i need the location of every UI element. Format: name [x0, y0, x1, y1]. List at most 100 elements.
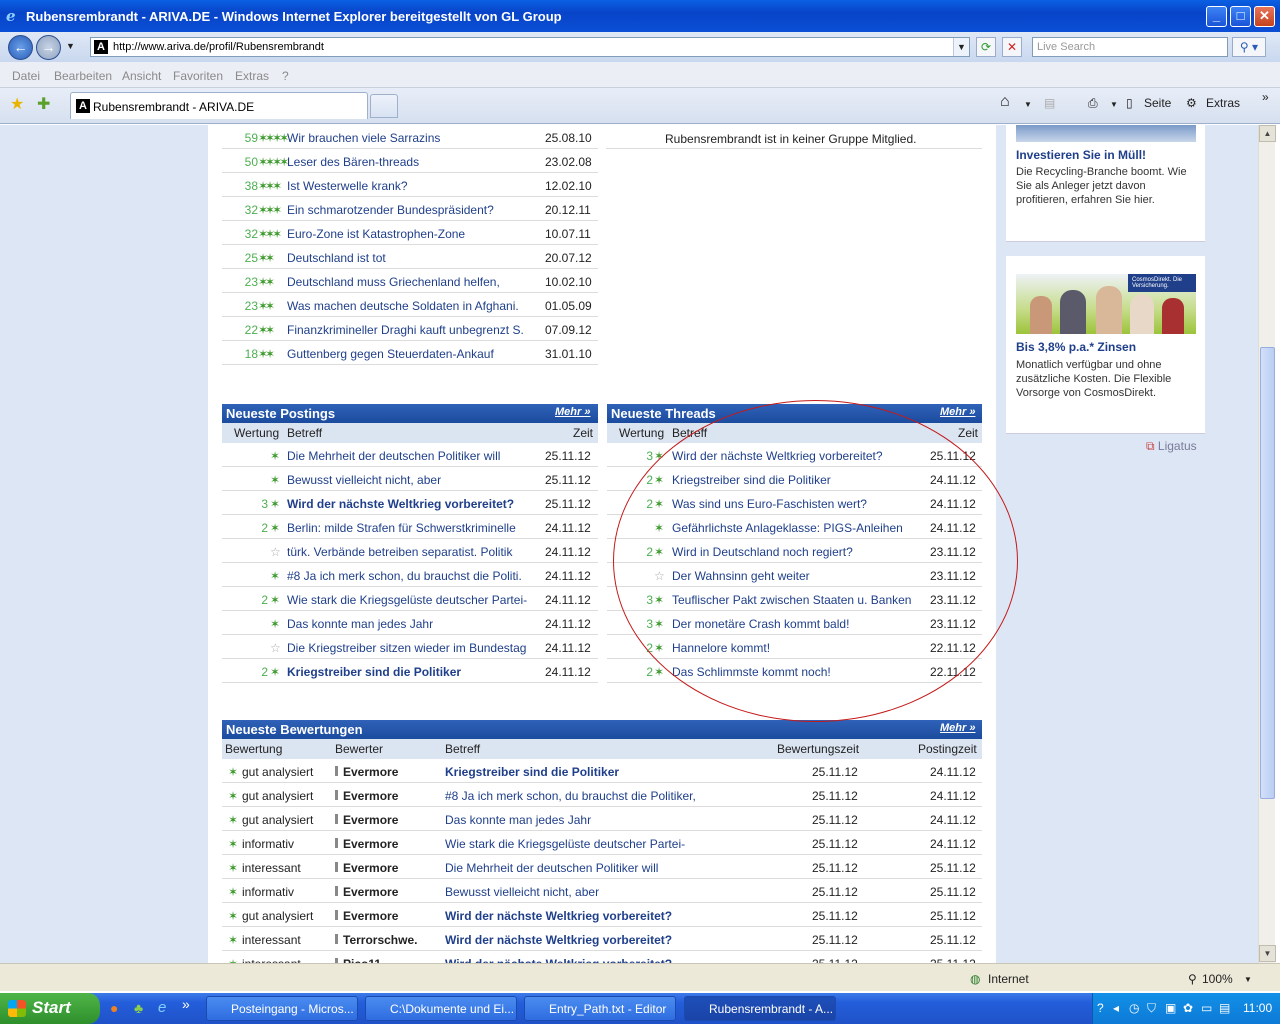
rater-name-link[interactable]: Evermore	[343, 909, 398, 923]
menu-bearbeiten[interactable]: Bearbeiten	[54, 69, 112, 83]
thread-title-link[interactable]: Deutschland muss Griechenland helfen,	[287, 275, 500, 289]
vertical-scrollbar[interactable]: ▲ ▼	[1258, 125, 1276, 963]
threads-more-link[interactable]: Mehr »	[940, 406, 975, 418]
rater-name-link[interactable]: Evermore	[343, 861, 398, 875]
ad-box-1[interactable]: Investieren Sie in Müll! Die Recycling-B…	[1006, 125, 1205, 242]
thread-title-link[interactable]: Finanzkrimineller Draghi kauft unbegrenz…	[287, 323, 524, 337]
thread-title-link[interactable]: Teuflischer Pakt zwischen Staaten u. Ban…	[672, 593, 911, 607]
home-dropdown-icon[interactable]: ▼	[1024, 100, 1032, 109]
search-input[interactable]: Live Search	[1032, 37, 1228, 57]
task-outlook[interactable]: Posteingang - Micros...	[206, 996, 358, 1021]
menu-datei[interactable]: Datei	[12, 69, 40, 83]
tray-app-icon[interactable]: ✿	[1183, 1001, 1193, 1015]
zoom-level[interactable]: 100%	[1202, 972, 1233, 986]
rater-name-link[interactable]: Terrorschwe.	[343, 933, 417, 947]
tray-display-icon[interactable]: ▤	[1219, 1001, 1230, 1015]
tray-arrow-icon[interactable]: ◂	[1113, 1001, 1119, 1015]
task-ie[interactable]: Rubensrembrandt - A...	[684, 996, 836, 1021]
ligatus-link[interactable]: ⧉ Ligatus	[1146, 439, 1197, 454]
print-dropdown-icon[interactable]: ▼	[1110, 100, 1118, 109]
thread-title-link[interactable]: Deutschland ist tot	[287, 251, 386, 265]
quicklaunch-overflow-icon[interactable]: »	[182, 996, 190, 1012]
posting-title-link[interactable]: Wie stark die Kriegsgelüste deutscher Pa…	[287, 593, 527, 607]
tab-ariva[interactable]: A Rubensrembrandt - ARIVA.DE	[70, 92, 368, 119]
zoom-icon[interactable]: ⚲	[1188, 972, 1197, 986]
rated-posting-link[interactable]: Bewusst vielleicht nicht, aber	[445, 885, 599, 899]
ad-image-people[interactable]: CosmosDirekt. Die Versicherung.	[1016, 274, 1196, 334]
posting-title-link[interactable]: Wird der nächste Weltkrieg vorbereitet?	[287, 497, 514, 511]
thread-title-link[interactable]: Wird der nächste Weltkrieg vorbereitet?	[672, 449, 883, 463]
rated-posting-link[interactable]: Wie stark die Kriegsgelüste deutscher Pa…	[445, 837, 685, 851]
quicklaunch-icon[interactable]: ♣	[134, 1000, 143, 1016]
posting-title-link[interactable]: Die Kriegstreiber sitzen wieder im Bunde…	[287, 641, 526, 655]
rated-posting-link[interactable]: Kriegstreiber sind die Politiker	[445, 765, 619, 779]
posting-title-link[interactable]: Die Mehrheit der deutschen Politiker wil…	[287, 449, 500, 463]
rated-posting-link[interactable]: #8 Ja ich merk schon, du brauchst die Po…	[445, 789, 696, 803]
menu-extras[interactable]: Extras	[235, 69, 269, 83]
close-button[interactable]: ✕	[1254, 6, 1275, 27]
favorites-star-icon[interactable]: ★	[10, 94, 24, 114]
rated-posting-link[interactable]: Das konnte man jedes Jahr	[445, 813, 591, 827]
rater-name-link[interactable]: Evermore	[343, 813, 398, 827]
print-icon[interactable]: ⎙	[1088, 96, 1098, 111]
start-button[interactable]: Start	[0, 993, 100, 1024]
posting-title-link[interactable]: Bewusst vielleicht nicht, aber	[287, 473, 441, 487]
thread-title-link[interactable]: Das Schlimmste kommt noch!	[672, 665, 831, 679]
thread-title-link[interactable]: Ist Westerwelle krank?	[287, 179, 408, 193]
posting-title-link[interactable]: Berlin: milde Strafen für Schwerstkrimin…	[287, 521, 516, 535]
thread-title-link[interactable]: Wird in Deutschland noch regiert?	[672, 545, 853, 559]
thread-title-link[interactable]: Gefährlichste Anlageklasse: PIGS-Anleihe…	[672, 521, 903, 535]
rater-name-link[interactable]: Evermore	[343, 765, 398, 779]
help-icon[interactable]: ?	[1097, 1001, 1104, 1015]
ad-box-2[interactable]: CosmosDirekt. Die Versicherung. Bis 3,8%…	[1006, 256, 1205, 434]
new-tab-button[interactable]	[370, 94, 398, 118]
ad-headline[interactable]: Bis 3,8% p.a.* Zinsen	[1016, 340, 1136, 354]
page-icon[interactable]: ▯	[1126, 96, 1133, 110]
add-favorites-icon[interactable]: ✚	[37, 94, 50, 114]
posting-title-link[interactable]: #8 Ja ich merk schon, du brauchst die Po…	[287, 569, 522, 583]
rated-posting-link[interactable]: Die Mehrheit der deutschen Politiker wil…	[445, 861, 658, 875]
rater-name-link[interactable]: Evermore	[343, 885, 398, 899]
rated-posting-link[interactable]: Wird der nächste Weltkrieg vorbereitet?	[445, 909, 672, 923]
thread-title-link[interactable]: Was sind uns Euro-Faschisten wert?	[672, 497, 867, 511]
task-notepad[interactable]: Entry_Path.txt - Editor	[524, 996, 676, 1021]
rater-name-link[interactable]: Evermore	[343, 837, 398, 851]
thread-title-link[interactable]: Hannelore kommt!	[672, 641, 770, 655]
seite-menu[interactable]: Seite	[1144, 96, 1171, 110]
thread-title-link[interactable]: Leser des Bären-threads	[287, 155, 419, 169]
zoom-dropdown-icon[interactable]: ▼	[1244, 975, 1252, 984]
scroll-down-icon[interactable]: ▼	[1259, 945, 1276, 962]
firefox-icon[interactable]: ●	[110, 1000, 118, 1016]
ratings-more-link[interactable]: Mehr »	[940, 722, 975, 734]
toolbar-overflow-icon[interactable]: »	[1262, 90, 1269, 104]
posting-title-link[interactable]: Kriegstreiber sind die Politiker	[287, 665, 461, 679]
rated-posting-link[interactable]: Wird der nächste Weltkrieg vorbereitet?	[445, 933, 672, 947]
thread-title-link[interactable]: Guttenberg gegen Steuerdaten-Ankauf	[287, 347, 494, 361]
back-button[interactable]: ←	[8, 35, 33, 60]
scroll-thumb[interactable]	[1260, 347, 1275, 799]
ie-quicklaunch-icon[interactable]: e	[158, 999, 166, 1016]
gear-icon[interactable]: ⚙	[1186, 96, 1197, 110]
thread-title-link[interactable]: Was machen deutsche Soldaten in Afghani.	[287, 299, 519, 313]
thread-title-link[interactable]: Der monetäre Crash kommt bald!	[672, 617, 849, 631]
search-button[interactable]: ⚲ ▾	[1232, 37, 1266, 57]
rater-name-link[interactable]: Evermore	[343, 789, 398, 803]
thread-title-link[interactable]: Der Wahnsinn geht weiter	[672, 569, 810, 583]
home-icon[interactable]: ⌂	[1000, 93, 1010, 111]
refresh-button[interactable]: ⟳	[976, 37, 996, 57]
thread-title-link[interactable]: Wir brauchen viele Sarrazins	[287, 131, 440, 145]
menu-help[interactable]: ?	[282, 69, 289, 83]
extras-menu[interactable]: Extras	[1206, 96, 1240, 110]
menu-ansicht[interactable]: Ansicht	[122, 69, 161, 83]
thread-title-link[interactable]: Ein schmarotzender Bundespräsident?	[287, 203, 494, 217]
minimize-button[interactable]: _	[1206, 6, 1227, 27]
postings-more-link[interactable]: Mehr »	[555, 406, 590, 418]
thread-title-link[interactable]: Kriegstreiber sind die Politiker	[672, 473, 831, 487]
history-dropdown-icon[interactable]: ▼	[66, 41, 75, 51]
ad-image-recycling[interactable]	[1016, 125, 1196, 142]
scroll-up-icon[interactable]: ▲	[1259, 125, 1276, 142]
task-explorer[interactable]: C:\Dokumente und Ei...	[365, 996, 517, 1021]
tray-clock-icon[interactable]: ◷	[1129, 1001, 1139, 1015]
address-dropdown-icon[interactable]: ▼	[953, 38, 969, 56]
feeds-icon[interactable]: ▤	[1044, 96, 1055, 110]
